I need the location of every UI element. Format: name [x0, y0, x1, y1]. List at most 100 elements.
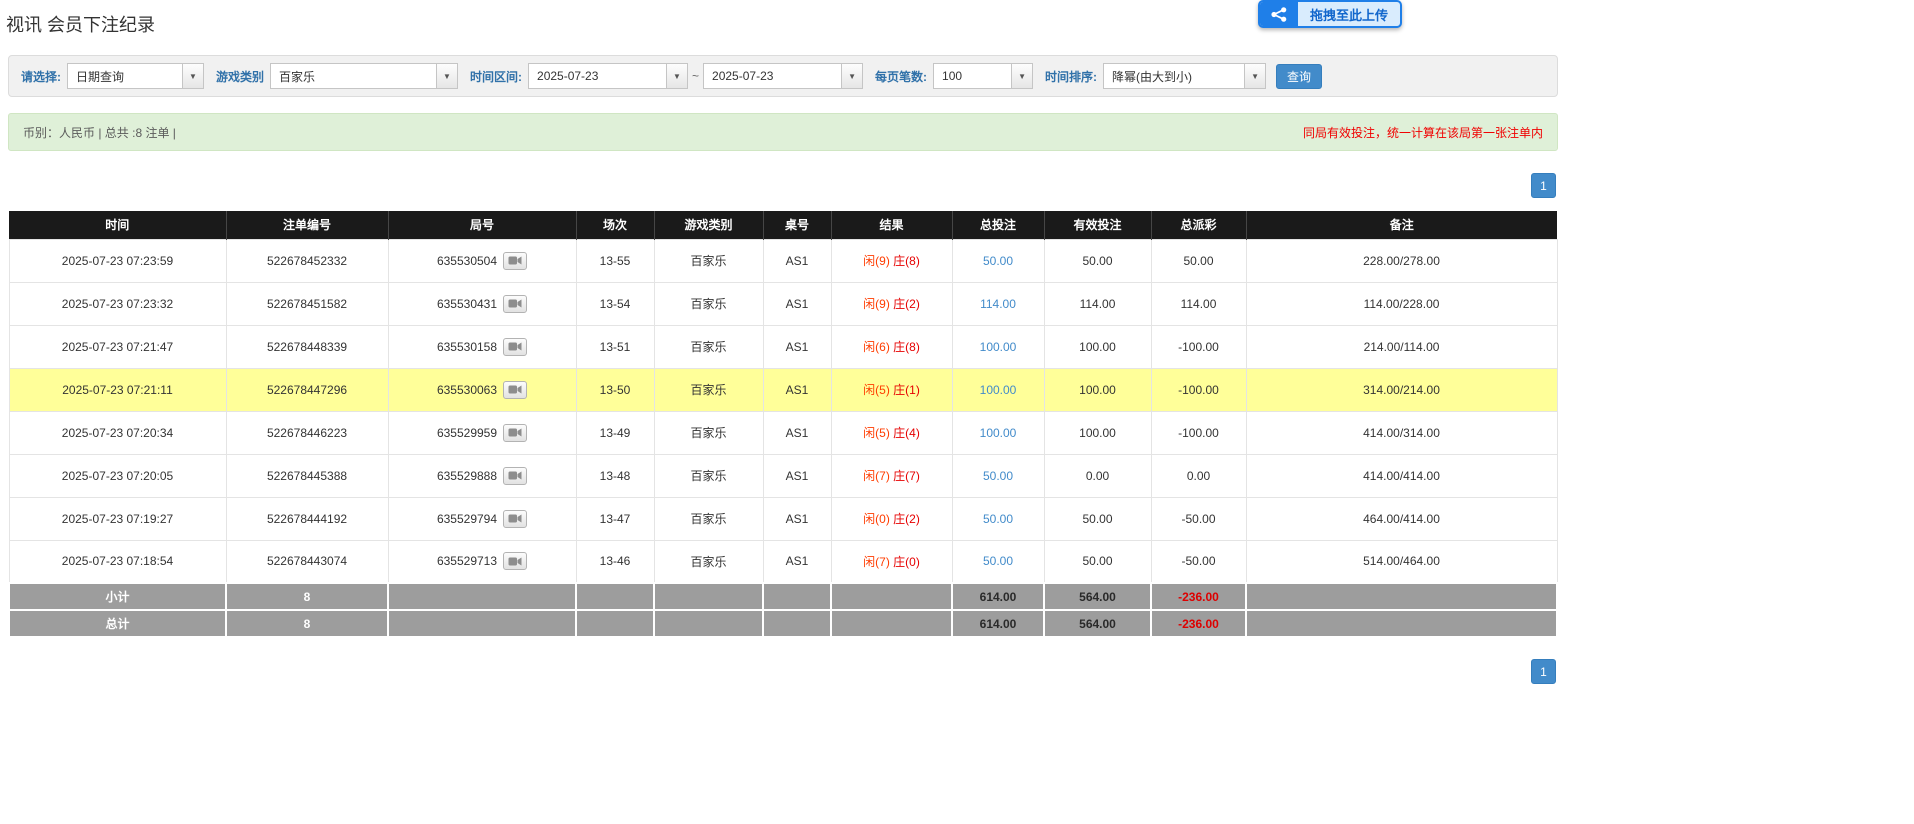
chevron-down-icon[interactable]: ▼ — [182, 64, 203, 88]
cell-valid-bet: 100.00 — [1044, 325, 1151, 368]
video-camera-icon-button[interactable] — [503, 338, 527, 356]
chevron-down-icon[interactable]: ▼ — [1244, 64, 1265, 88]
result-banker: 庄(2) — [893, 512, 920, 526]
date-to-picker[interactable]: 2025-07-23 ▼ — [703, 63, 863, 89]
cell-remark: 414.00/314.00 — [1246, 411, 1557, 454]
footer-payout: -236.00 — [1151, 610, 1246, 637]
total-bet-link[interactable]: 100.00 — [980, 426, 1017, 440]
table-header-row: 时间注单编号局号场次游戏类别桌号结果总投注有效投注总派彩备注 — [9, 211, 1557, 239]
cell-bet-id: 522678451582 — [226, 282, 388, 325]
cell-bet-id: 522678443074 — [226, 540, 388, 583]
table-row: 2025-07-23 07:23:32522678451582635530431… — [9, 282, 1557, 325]
video-camera-icon-button[interactable] — [503, 467, 527, 485]
footer-empty-cell — [388, 610, 576, 637]
time-sort-select[interactable]: 降幂(由大到小) ▼ — [1103, 63, 1266, 89]
chevron-down-icon[interactable]: ▼ — [841, 64, 862, 88]
footer-label: 总计 — [9, 610, 226, 637]
chevron-down-icon[interactable]: ▼ — [436, 64, 457, 88]
footer-empty-cell — [388, 583, 576, 610]
chevron-down-icon[interactable]: ▼ — [666, 64, 687, 88]
cell-game-type: 百家乐 — [654, 497, 763, 540]
cell-game-type: 百家乐 — [654, 411, 763, 454]
cell-game-type: 百家乐 — [654, 239, 763, 282]
cell-time: 2025-07-23 07:19:27 — [9, 497, 226, 540]
footer-empty-cell — [654, 610, 763, 637]
subtotal-row: 小计8614.00564.00-236.00 — [9, 583, 1557, 610]
result-banker: 庄(2) — [893, 297, 920, 311]
video-camera-icon-button[interactable] — [503, 510, 527, 528]
cell-total-bet: 50.00 — [952, 540, 1044, 583]
total-bet-link[interactable]: 50.00 — [983, 554, 1013, 568]
cell-payout: 0.00 — [1151, 454, 1246, 497]
cell-table-no: AS1 — [763, 282, 831, 325]
page-size-label: 每页笔数: — [875, 68, 927, 85]
cell-remark: 114.00/228.00 — [1246, 282, 1557, 325]
total-bet-link[interactable]: 100.00 — [980, 383, 1017, 397]
total-bet-link[interactable]: 50.00 — [983, 469, 1013, 483]
currency-total-summary: 币别：人民币 | 总共 :8 注单 | — [23, 124, 176, 141]
summary-bar: 币别：人民币 | 总共 :8 注单 | 同局有效投注，统一计算在该局第一张注单内 — [8, 113, 1558, 151]
video-camera-icon-button[interactable] — [503, 381, 527, 399]
footer-empty-cell — [654, 583, 763, 610]
cell-round-no: 635529794 — [388, 497, 576, 540]
cell-total-bet: 50.00 — [952, 454, 1044, 497]
column-header: 时间 — [9, 211, 226, 239]
cell-bet-id: 522678452332 — [226, 239, 388, 282]
game-type-select[interactable]: 百家乐 ▼ — [270, 63, 458, 89]
cell-total-bet: 114.00 — [952, 282, 1044, 325]
footer-count: 8 — [226, 610, 388, 637]
page-size-select[interactable]: 100 ▼ — [933, 63, 1033, 89]
result-player: 闲(5) — [863, 426, 890, 440]
round-number: 635529794 — [437, 512, 497, 526]
upload-dropzone[interactable]: 拖拽至此上传 — [1258, 0, 1402, 28]
column-header: 场次 — [576, 211, 654, 239]
footer-empty-cell — [763, 583, 831, 610]
search-button[interactable]: 查询 — [1276, 64, 1322, 89]
column-header: 有效投注 — [1044, 211, 1151, 239]
cell-bet-id: 522678444192 — [226, 497, 388, 540]
query-type-label: 请选择: — [21, 68, 61, 85]
round-number: 635529888 — [437, 469, 497, 483]
total-bet-link[interactable]: 100.00 — [980, 340, 1017, 354]
column-header: 结果 — [831, 211, 952, 239]
cell-valid-bet: 50.00 — [1044, 239, 1151, 282]
cell-session: 13-49 — [576, 411, 654, 454]
cell-session: 13-48 — [576, 454, 654, 497]
footer-count: 8 — [226, 583, 388, 610]
chevron-down-icon[interactable]: ▼ — [1011, 64, 1032, 88]
video-camera-icon-button[interactable] — [503, 424, 527, 442]
result-player: 闲(5) — [863, 383, 890, 397]
cell-round-no: 635530431 — [388, 282, 576, 325]
round-number: 635529959 — [437, 426, 497, 440]
cell-result: 闲(0) 庄(2) — [831, 497, 952, 540]
cell-payout: -50.00 — [1151, 497, 1246, 540]
column-header: 总派彩 — [1151, 211, 1246, 239]
total-bet-link[interactable]: 50.00 — [983, 512, 1013, 526]
pagination-page-button-bottom[interactable]: 1 — [1531, 659, 1556, 684]
cell-game-type: 百家乐 — [654, 325, 763, 368]
cell-payout: 114.00 — [1151, 282, 1246, 325]
cell-table-no: AS1 — [763, 497, 831, 540]
video-camera-icon-button[interactable] — [503, 295, 527, 313]
column-header: 局号 — [388, 211, 576, 239]
cell-result: 闲(5) 庄(1) — [831, 368, 952, 411]
valid-bet-notice: 同局有效投注，统一计算在该局第一张注单内 — [1303, 124, 1543, 141]
total-bet-link[interactable]: 50.00 — [983, 254, 1013, 268]
column-header: 桌号 — [763, 211, 831, 239]
cell-time: 2025-07-23 07:20:34 — [9, 411, 226, 454]
video-camera-icon-button[interactable] — [503, 252, 527, 270]
cell-valid-bet: 100.00 — [1044, 368, 1151, 411]
cell-time: 2025-07-23 07:20:05 — [9, 454, 226, 497]
date-from-value: 2025-07-23 — [529, 69, 666, 83]
cell-valid-bet: 50.00 — [1044, 497, 1151, 540]
video-camera-icon-button[interactable] — [503, 552, 527, 570]
query-type-select[interactable]: 日期查询 ▼ — [67, 63, 204, 89]
cell-result: 闲(7) 庄(7) — [831, 454, 952, 497]
date-from-picker[interactable]: 2025-07-23 ▼ — [528, 63, 688, 89]
pagination-page-button-top[interactable]: 1 — [1531, 173, 1556, 198]
cell-payout: -100.00 — [1151, 411, 1246, 454]
cell-remark: 414.00/414.00 — [1246, 454, 1557, 497]
footer-empty-cell — [831, 583, 952, 610]
result-banker: 庄(4) — [893, 426, 920, 440]
total-bet-link[interactable]: 114.00 — [980, 297, 1016, 311]
